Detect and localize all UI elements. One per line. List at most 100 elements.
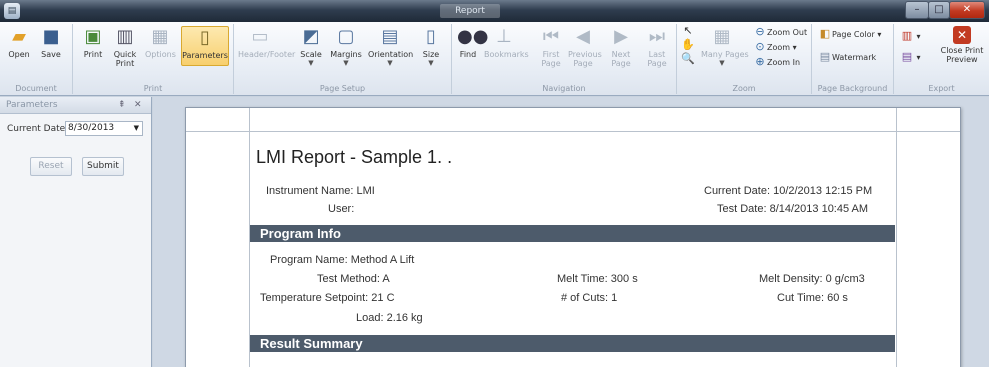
close-print-preview-button[interactable]: ✕ Close Print Preview — [940, 26, 984, 64]
margins-button[interactable]: ▢ Margins ▼ — [330, 26, 362, 68]
reset-button[interactable]: Reset — [30, 157, 72, 176]
open-button[interactable]: ▰ Open — [6, 26, 32, 59]
chevron-down-icon: ▼ — [428, 59, 434, 67]
last-page-icon: ⏭ — [648, 26, 666, 47]
test-method: Test Method: A — [317, 273, 390, 285]
export-pdf-dropdown[interactable]: ▥ ▾ — [900, 29, 921, 44]
hand-tool[interactable]: ✋ — [681, 38, 695, 53]
size-button[interactable]: ▯ Size ▼ — [420, 26, 442, 68]
chevron-down-icon: ▼ — [719, 59, 725, 67]
save-button[interactable]: ■ Save — [38, 26, 64, 59]
pin-icon[interactable]: ⇞ — [118, 97, 126, 114]
group-label-navigation: Navigation — [542, 84, 586, 93]
maximize-button[interactable]: □ — [928, 1, 950, 19]
group-zoom: ↖ ✋ 🔍 ▦ Many Pages ▼ ⊖ Zoom Out ⊙ Zoom ▾ ⊕… — [677, 24, 812, 94]
load: Load: 2.16 kg — [356, 312, 423, 324]
first-page-icon: ⏮ — [542, 26, 560, 47]
export-pdf-icon: ▥ — [901, 29, 913, 42]
zoom-out-button[interactable]: ⊖ Zoom Out — [753, 25, 807, 40]
magnifier-tool[interactable]: 🔍 — [681, 52, 695, 67]
group-label-export: Export — [928, 84, 955, 93]
chevron-down-icon: ▼ — [308, 59, 314, 67]
minimize-button[interactable]: – — [905, 1, 929, 19]
magnifier-icon: 🔍 — [681, 52, 695, 65]
next-icon: ▶ — [614, 26, 628, 47]
melt-density: Melt Density: 0 g/cm3 — [759, 273, 865, 285]
margins-icon: ▢ — [337, 26, 355, 47]
ribbon: ▰ Open ■ Save Document ▣ Print ▥ Quick P… — [0, 22, 989, 96]
group-page-setup: ▭ Header/Footer ◩ Scale ▼ ▢ Margins ▼ ▤ … — [234, 24, 452, 94]
num-cuts: # of Cuts: 1 — [561, 292, 618, 304]
title-bar: ▤ Report – □ ✕ — [0, 0, 989, 22]
print-button[interactable]: ▣ Print — [81, 26, 105, 59]
app-icon[interactable]: ▤ — [4, 3, 20, 19]
page-color-icon: ◧ — [819, 27, 831, 40]
quick-print-icon: ▥ — [116, 26, 134, 47]
parameters-button[interactable]: ▯ Parameters — [181, 26, 229, 66]
zoom-in-button[interactable]: ⊕ Zoom In — [753, 55, 800, 70]
melt-time: Melt Time: 300 s — [557, 273, 638, 285]
window-title: Report — [440, 4, 500, 18]
bookmarks-button[interactable]: ⊥ Bookmarks — [484, 26, 529, 59]
previous-page-button[interactable]: ◀ Previous Page — [568, 26, 602, 68]
options-button[interactable]: ▦ Options — [145, 26, 176, 59]
scale-icon: ◩ — [302, 26, 320, 47]
group-label-document: Document — [15, 84, 57, 93]
current-date: Current Date: 10/2/2013 12:15 PM — [704, 185, 873, 197]
group-label-zoom: Zoom — [732, 84, 756, 93]
watermark-icon: ▤ — [819, 50, 831, 63]
preview-area[interactable]: LMI Report - Sample 1. . Instrument Name… — [153, 97, 989, 367]
group-navigation: ●● Find ⊥ Bookmarks ⏮ First Page ◀ Previ… — [452, 24, 677, 94]
find-button[interactable]: ●● Find — [456, 26, 489, 59]
close-icon: ✕ — [953, 26, 971, 44]
group-label-page-setup: Page Setup — [319, 84, 366, 93]
report-page: LMI Report - Sample 1. . Instrument Name… — [185, 107, 961, 367]
chevron-down-icon: ▼ — [343, 59, 349, 67]
pane-header: Parameters ⇞ ✕ — [0, 97, 151, 114]
pointer-icon: ↖ — [683, 24, 693, 37]
scale-button[interactable]: ◩ Scale ▼ — [298, 26, 324, 68]
group-print: ▣ Print ▥ Quick Print ▦ Options ▯ Parame… — [73, 24, 234, 94]
many-pages-button[interactable]: ▦ Many Pages ▼ — [701, 26, 749, 68]
zoom-dropdown[interactable]: ⊙ Zoom ▾ — [753, 40, 796, 55]
group-page-background: ◧ Page Color ▾ ▤ Watermark Page Background — [812, 24, 894, 94]
many-pages-icon: ▦ — [713, 26, 731, 47]
window-close-button[interactable]: ✕ — [949, 1, 985, 19]
next-page-button[interactable]: ▶ Next Page — [610, 26, 632, 68]
orientation-button[interactable]: ▤ Orientation ▼ — [368, 26, 413, 68]
pane-title: Parameters — [6, 100, 58, 110]
page-color-button[interactable]: ◧ Page Color ▾ — [818, 27, 882, 42]
current-date-value: 8/30/2013 — [68, 123, 115, 133]
group-label-print: Print — [143, 84, 163, 93]
current-date-field[interactable]: 8/30/2013 ▼ — [65, 121, 143, 136]
size-icon: ▯ — [426, 26, 436, 47]
quick-print-button[interactable]: ▥ Quick Print — [111, 26, 139, 68]
close-icon[interactable]: ✕ — [134, 97, 142, 114]
export-email-dropdown[interactable]: ▤ ▾ — [900, 50, 921, 65]
last-page-button[interactable]: ⏭ Last Page — [646, 26, 668, 68]
header-footer-button[interactable]: ▭ Header/Footer — [238, 26, 295, 59]
folder-open-icon: ▰ — [12, 26, 26, 47]
pointer-tool[interactable]: ↖ — [681, 24, 695, 39]
cut-time: Cut Time: 60 s — [777, 292, 848, 304]
zoom-in-icon: ⊕ — [755, 55, 765, 68]
submit-button[interactable]: Submit — [82, 157, 124, 176]
parameters-pane: Parameters ⇞ ✕ Current Date 8/30/2013 ▼ … — [0, 97, 152, 367]
chevron-down-icon[interactable]: ▼ — [134, 122, 139, 135]
margin-guide — [896, 108, 897, 367]
result-summary-header: Result Summary — [250, 335, 895, 352]
orientation-icon: ▤ — [381, 26, 399, 47]
user-field: User: — [328, 203, 355, 215]
bookmarks-icon: ⊥ — [496, 26, 512, 47]
watermark-button[interactable]: ▤ Watermark — [818, 50, 876, 65]
group-label-page-background: Page Background — [817, 84, 888, 93]
parameters-icon: ▯ — [200, 27, 210, 48]
binoculars-icon: ●● — [457, 26, 489, 47]
instrument-name: Instrument Name: LMI — [266, 185, 375, 197]
first-page-button[interactable]: ⏮ First Page — [540, 26, 562, 68]
program-info-header: Program Info — [250, 225, 895, 242]
margin-guide — [186, 131, 960, 132]
options-icon: ▦ — [151, 26, 169, 47]
group-export: ▥ ▾ ▤ ▾ ✕ Close Print Preview Export — [894, 24, 989, 94]
zoom-out-icon: ⊖ — [755, 25, 765, 38]
